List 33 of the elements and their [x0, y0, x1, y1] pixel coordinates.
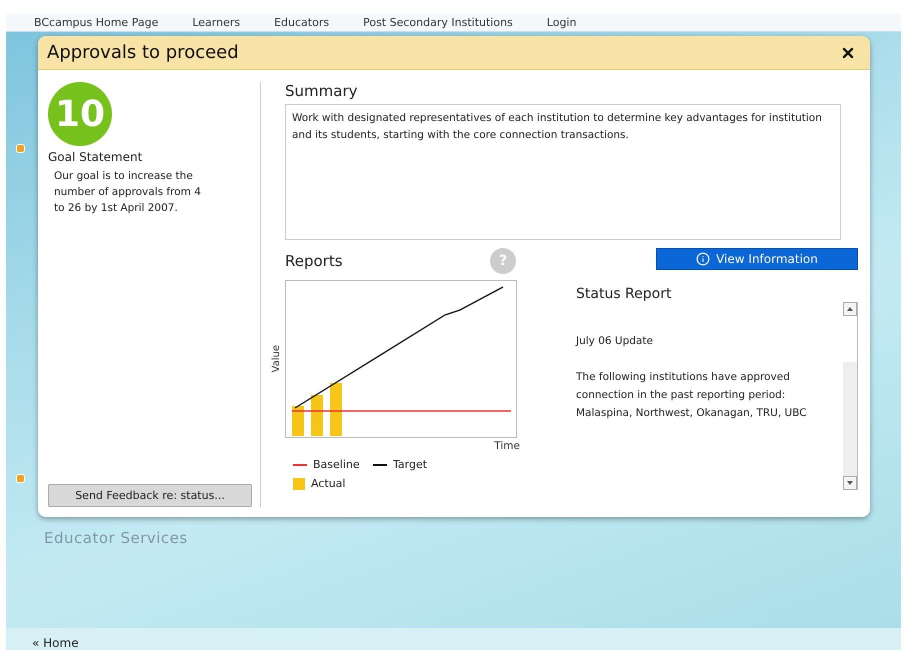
legend-label: Baseline — [313, 458, 360, 471]
home-link[interactable]: « Home — [32, 636, 79, 650]
scroll-down-icon[interactable] — [843, 476, 857, 490]
chart-bar — [330, 383, 342, 436]
info-icon — [696, 252, 710, 266]
axis-label: Time — [494, 440, 520, 452]
bullet-icon — [16, 474, 25, 483]
goal-text: Our goal is to increase the number of approvals from 4 to 26 by 1st April 2007. — [54, 169, 202, 216]
bullet-icon — [16, 144, 25, 153]
summary-heading: Summary — [285, 82, 358, 100]
scrollbar[interactable] — [843, 302, 858, 490]
reports-heading: Reports — [285, 252, 343, 270]
legend-label: Target — [393, 458, 428, 471]
status-report-text: The following institutions have approved connection in the past reporting period: Malaspina, Northwest, Okanagan, TRU, UBC — [576, 370, 808, 421]
feedback-button[interactable]: Send Feedback re: status... — [48, 484, 252, 507]
dialog-title: Approvals to proceed — [47, 42, 239, 63]
chart-bar — [292, 406, 304, 436]
nav-link[interactable]: Post Secondary Institutions — [363, 16, 513, 29]
nav-link[interactable]: Learners — [192, 16, 240, 29]
chart-bar — [311, 395, 323, 436]
status-report-text: July 06 Update — [576, 334, 654, 349]
nav-link[interactable]: Educators — [274, 16, 330, 29]
scroll-up-icon[interactable] — [843, 302, 857, 316]
view-information-button[interactable]: View Information — [656, 248, 858, 270]
goal-number: 10 — [48, 82, 112, 146]
status-report-heading: Status Report — [576, 286, 672, 302]
nav-link[interactable]: BCcampus Home Page — [34, 16, 158, 29]
section-title: Educator Services — [44, 529, 189, 547]
goal-heading: Goal Statement — [48, 150, 144, 164]
legend-label: Actual — [311, 477, 346, 490]
summary-text: Work with designated representatives of each institution to determine key advantages for institution and its students, starting with the core connection transactions. — [285, 104, 841, 240]
nav-link[interactable]: Login — [546, 16, 576, 29]
axis-label: Value — [271, 345, 283, 373]
